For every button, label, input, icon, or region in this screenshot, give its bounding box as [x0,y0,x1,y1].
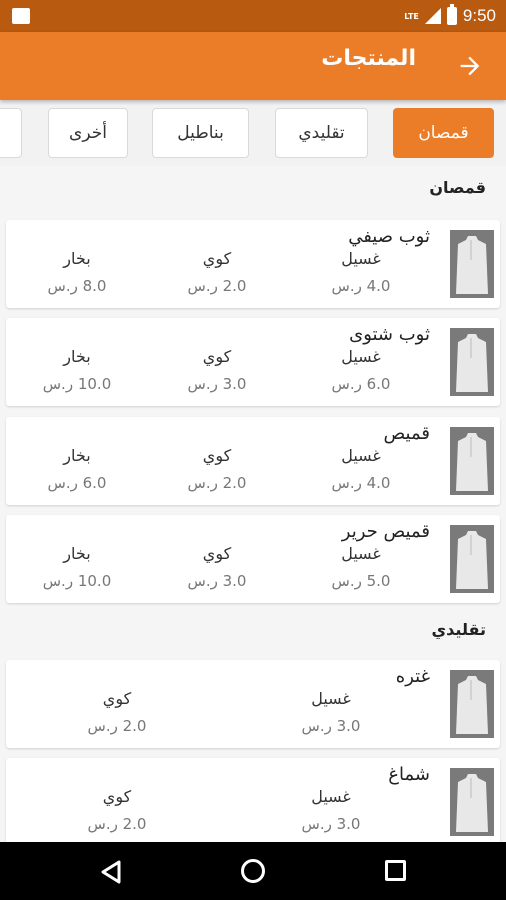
service-label: كوي [102,689,132,708]
thobe-image [450,525,494,593]
status-bar: LTE 9:50 [0,0,506,32]
arrow-forward-icon[interactable] [456,52,484,80]
service-price: 2.0 ر.س [87,717,147,735]
service-price: 2.0 ر.س [87,815,147,833]
nav-back-icon[interactable] [100,860,122,884]
service-price: 6.0 ر.س [331,375,391,393]
service-price: 3.0 ر.س [301,717,361,735]
service-price: 3.0 ر.س [187,375,247,393]
product-card[interactable]: قميص حرير غسيل 5.0 ر.س كوي 3.0 ر.س بخار … [6,515,500,603]
thobe-image [450,427,494,495]
battery-icon [446,4,457,25]
product-name: قميص حرير [341,521,430,542]
service-label: غسيل [341,249,381,268]
product-card[interactable]: قميص غسيل 4.0 ر.س كوي 2.0 ر.س بخار 6.0 ر… [6,417,500,505]
notification-icon [12,8,30,24]
service-price: 3.0 ر.س [301,815,361,833]
service-label: كوي [202,446,232,465]
service-label: كوي [202,544,232,563]
tab-traditional[interactable]: تقليدي [275,108,368,158]
nav-recents-icon[interactable] [385,860,406,881]
service-label: بخار [63,347,91,366]
system-nav-bar [0,842,506,900]
service-label: بخار [63,446,91,465]
service-price: 2.0 ر.س [187,277,247,295]
screen: LTE 9:50 المنتجات قمصان تقليدي بناطيل أخ… [0,0,506,900]
service-label: غسيل [311,689,351,708]
network-type: LTE [404,11,419,21]
service-price: 2.0 ر.س [187,474,247,492]
service-label: كوي [202,249,232,268]
section-title-shirts: قمصان [429,178,486,197]
product-card[interactable]: شماغ غسيل 3.0 ر.س كوي 2.0 ر.س [6,758,500,842]
thobe-image [450,230,494,298]
service-label: بخار [63,249,91,268]
service-price: 4.0 ر.س [331,277,391,295]
thobe-image [450,670,494,738]
tab-partial[interactable] [0,108,22,158]
service-price: 10.0 ر.س [42,572,112,590]
service-price: 6.0 ر.س [47,474,107,492]
product-list[interactable]: قمصان ثوب صيفي غسيل 4.0 ر.س كوي 2.0 ر.س … [0,166,506,842]
product-card[interactable]: ثوب صيفي غسيل 4.0 ر.س كوي 2.0 ر.س بخار 8… [6,220,500,308]
service-label: غسيل [341,544,381,563]
service-label: بخار [63,544,91,563]
service-label: كوي [102,787,132,806]
service-label: غسيل [341,347,381,366]
product-name: ثوب شتوى [349,324,430,345]
thobe-image [450,328,494,396]
service-price: 10.0 ر.س [42,375,112,393]
service-label: غسيل [311,787,351,806]
service-label: كوي [202,347,232,366]
product-name: شماغ [388,764,430,785]
product-name: ثوب صيفي [348,226,430,247]
tab-shirts[interactable]: قمصان [393,108,494,158]
thobe-image [450,768,494,836]
product-card[interactable]: غتره غسيل 3.0 ر.س كوي 2.0 ر.س [6,660,500,748]
app-bar: المنتجات [0,32,506,100]
signal-icon [424,8,441,24]
service-price: 3.0 ر.س [187,572,247,590]
service-price: 8.0 ر.س [47,277,107,295]
service-price: 4.0 ر.س [331,474,391,492]
tab-pants[interactable]: بناطيل [152,108,249,158]
service-label: غسيل [341,446,381,465]
service-price: 5.0 ر.س [331,572,391,590]
tab-other[interactable]: أخرى [48,108,128,158]
nav-home-icon[interactable] [241,859,265,883]
clock: 9:50 [462,6,496,25]
product-name: غتره [395,666,430,687]
product-card[interactable]: ثوب شتوى غسيل 6.0 ر.س كوي 3.0 ر.س بخار 1… [6,318,500,406]
status-icons: LTE 9:50 [404,4,496,27]
page-title: المنتجات [321,46,416,71]
section-title-traditional: تقليدي [431,620,487,639]
category-tabs: قمصان تقليدي بناطيل أخرى [0,108,506,160]
product-name: قميص [383,423,431,444]
